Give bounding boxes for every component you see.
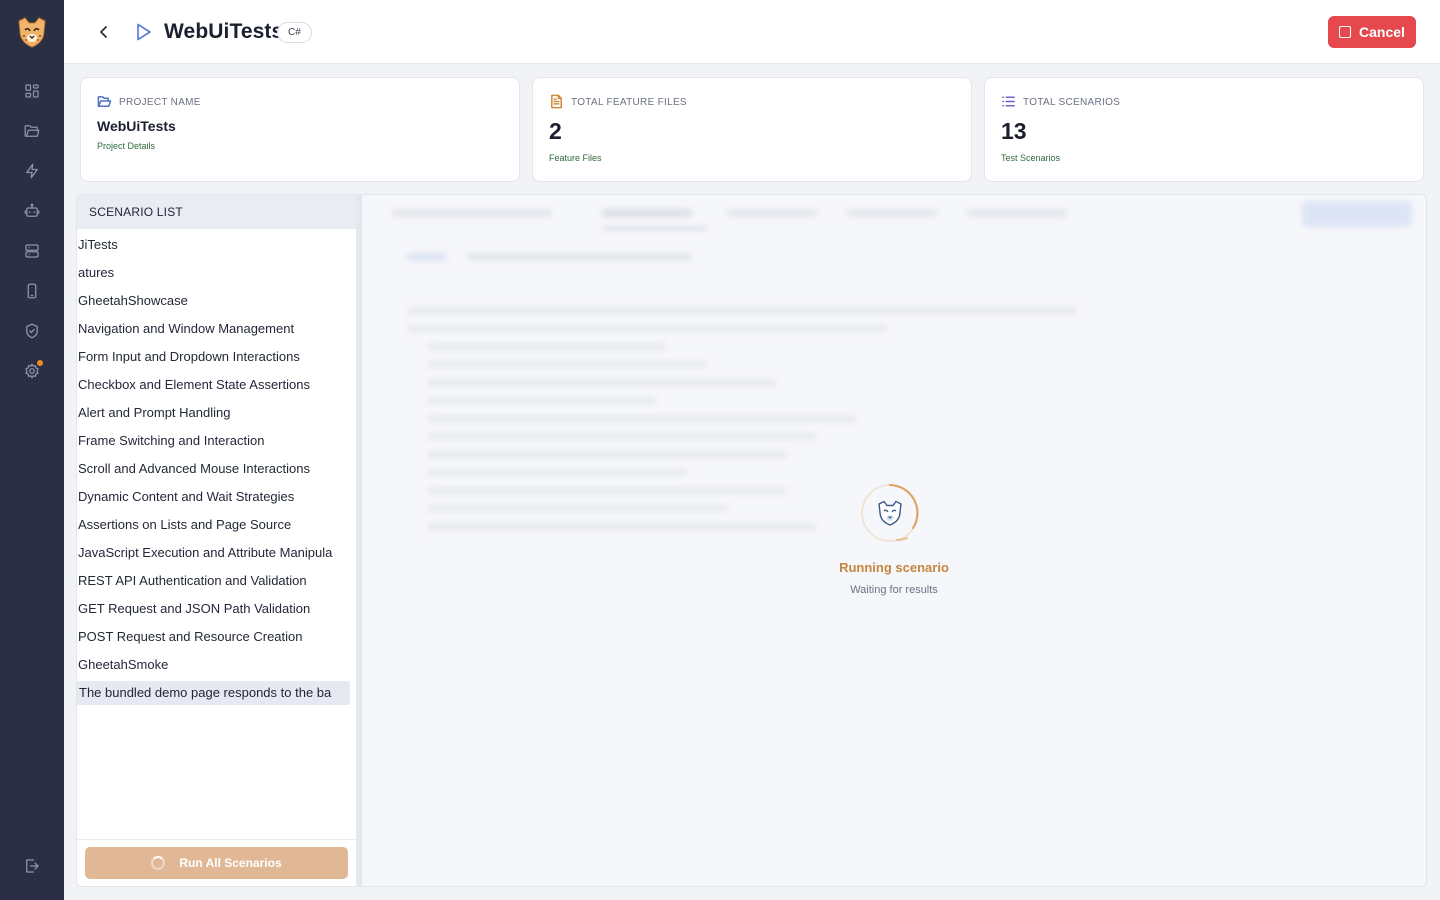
cancel-button[interactable]: Cancel bbox=[1328, 16, 1416, 48]
folder-open-icon bbox=[97, 94, 113, 110]
run-all-label: Run All Scenarios bbox=[179, 856, 282, 870]
tree-item[interactable]: Assertions on Lists and Page Source bbox=[77, 511, 350, 539]
language-badge: C# bbox=[277, 22, 312, 43]
tree-item-selected[interactable]: The bundled demo page responds to the ba bbox=[77, 681, 350, 705]
cheetah-icon bbox=[875, 498, 905, 528]
running-overlay: Running scenario Waiting for results bbox=[362, 195, 1426, 886]
run-all-scenarios-button[interactable]: Run All Scenarios bbox=[85, 847, 348, 879]
loading-indicator bbox=[857, 480, 923, 546]
card-label: TOTAL SCENARIOS bbox=[1023, 97, 1121, 108]
tree-item[interactable]: Checkbox and Element State Assertions bbox=[77, 371, 350, 399]
notification-dot bbox=[37, 360, 43, 366]
tree-item[interactable]: Form Input and Dropdown Interactions bbox=[77, 343, 350, 371]
card-label: TOTAL FEATURE FILES bbox=[571, 97, 687, 108]
project-name-card: PROJECT NAME WebUiTests Project Details bbox=[80, 77, 520, 182]
tree-item[interactable]: Dynamic Content and Wait Strategies bbox=[77, 483, 350, 511]
dashboard-icon[interactable] bbox=[22, 81, 42, 101]
lightning-icon[interactable] bbox=[22, 161, 42, 181]
card-sub: Feature Files bbox=[549, 153, 602, 163]
stop-icon bbox=[1339, 26, 1352, 38]
tree-item[interactable]: REST API Authentication and Validation bbox=[77, 567, 350, 595]
card-value: WebUiTests bbox=[97, 118, 176, 134]
tree-item[interactable]: Alert and Prompt Handling bbox=[77, 399, 350, 427]
tree-item[interactable]: Navigation and Window Management bbox=[77, 315, 350, 343]
card-value: 2 bbox=[549, 118, 562, 144]
page-header: WebUiTests C# Cancel bbox=[64, 0, 1440, 64]
scenarios-card: TOTAL SCENARIOS 13 Test Scenarios bbox=[984, 77, 1424, 182]
tree-item[interactable]: JiTests bbox=[77, 231, 350, 259]
page-title: WebUiTests bbox=[164, 20, 284, 43]
card-sub: Test Scenarios bbox=[1001, 153, 1061, 163]
server-icon[interactable] bbox=[22, 241, 42, 261]
sidebar bbox=[0, 0, 64, 900]
play-icon bbox=[132, 21, 154, 43]
cancel-label: Cancel bbox=[1359, 24, 1405, 40]
scenario-list-header: SCENARIO LIST bbox=[77, 195, 356, 229]
tree-item[interactable]: atures bbox=[77, 259, 350, 287]
card-sub: Project Details bbox=[97, 141, 156, 151]
card-label: PROJECT NAME bbox=[119, 97, 201, 108]
folder-icon[interactable] bbox=[22, 121, 42, 141]
tree-item[interactable]: GheetahShowcase bbox=[77, 287, 350, 315]
scenario-list-panel: SCENARIO LIST JiTests atures GheetahShow… bbox=[76, 194, 357, 887]
back-button[interactable] bbox=[94, 22, 114, 42]
shield-icon[interactable] bbox=[22, 321, 42, 341]
feature-files-card: TOTAL FEATURE FILES 2 Feature Files bbox=[532, 77, 972, 182]
scenario-tree: JiTests atures GheetahShowcase Navigatio… bbox=[77, 231, 350, 705]
tree-item[interactable]: POST Request and Resource Creation bbox=[77, 623, 350, 651]
robot-icon[interactable] bbox=[22, 201, 42, 221]
tree-item[interactable]: GET Request and JSON Path Validation bbox=[77, 595, 350, 623]
tree-item[interactable]: Scroll and Advanced Mouse Interactions bbox=[77, 455, 350, 483]
scenario-detail-panel: Running scenario Waiting for results bbox=[361, 194, 1427, 887]
logout-icon[interactable] bbox=[22, 856, 42, 876]
card-value: 13 bbox=[1001, 118, 1027, 144]
cheetah-logo[interactable] bbox=[14, 14, 50, 50]
spinner-icon bbox=[151, 856, 166, 870]
tree-item[interactable]: GheetahSmoke bbox=[77, 651, 350, 679]
mobile-icon[interactable] bbox=[22, 281, 42, 301]
list-icon bbox=[1001, 94, 1017, 110]
file-text-icon bbox=[549, 94, 565, 110]
tree-item[interactable]: JavaScript Execution and Attribute Manip… bbox=[77, 539, 350, 567]
running-status-title: Running scenario bbox=[839, 560, 949, 575]
running-status-subtitle: Waiting for results bbox=[850, 584, 938, 596]
divider bbox=[77, 839, 356, 840]
tree-item[interactable]: Frame Switching and Interaction bbox=[77, 427, 350, 455]
